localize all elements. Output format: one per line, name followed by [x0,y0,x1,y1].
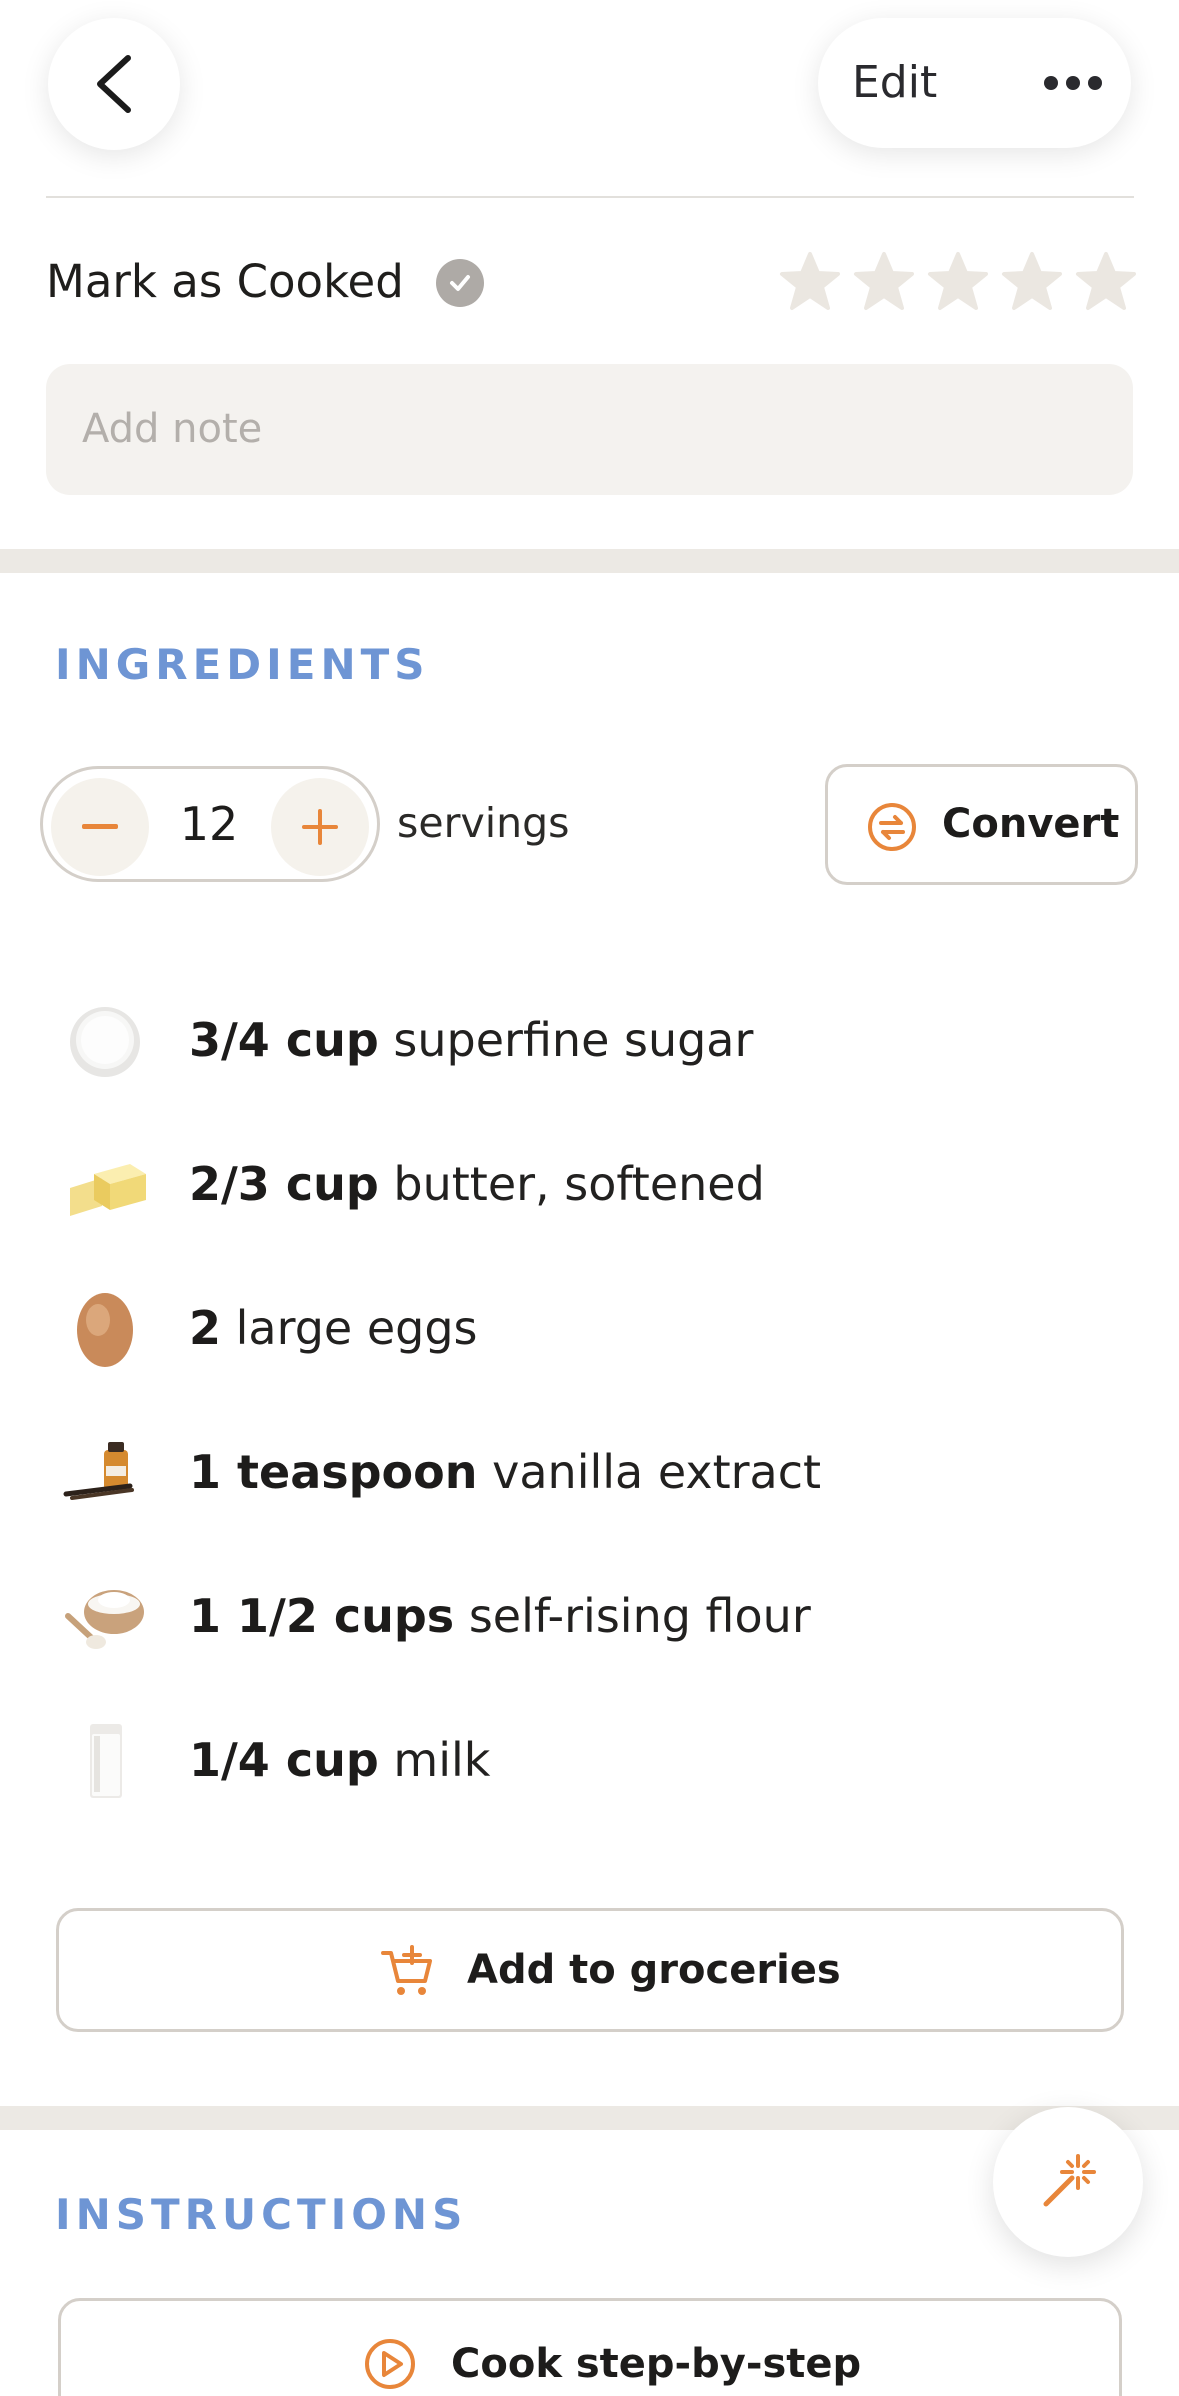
star-icon[interactable] [778,250,842,314]
ingredient-name: vanilla extract [492,1445,822,1499]
cook-step-by-step-label: Cook step-by-step [451,2341,862,2387]
add-to-groceries-button[interactable]: Add to groceries [56,1908,1124,2032]
magic-wand-icon [1043,2154,1096,2207]
butter-icon [70,1164,146,1216]
convert-label: Convert [942,801,1120,847]
star-icon[interactable] [926,250,990,314]
servings-count: 12 [179,797,239,851]
convert-arrows-icon [868,803,916,851]
chevron-left-icon [97,55,131,113]
star-icon[interactable] [852,250,916,314]
check-circle-icon[interactable] [436,259,484,307]
ingredient-quantity: 1/4 cup [189,1733,379,1787]
section-divider [0,2106,1179,2130]
servings-label: servings [397,799,570,847]
more-dots-icon [1044,76,1102,90]
ingredient-row[interactable]: 1/4 cup milk [60,1710,1120,1810]
ingredient-name: large eggs [235,1301,478,1355]
increase-servings-button[interactable] [271,778,369,876]
servings-stepper: 12 [40,766,380,882]
ingredient-name: self-rising flour [468,1589,811,1643]
mark-as-cooked-label[interactable]: Mark as Cooked [46,250,404,314]
ingredient-quantity: 2 [189,1301,222,1355]
instructions-heading: INSTRUCTIONS [55,2190,468,2239]
rating-stars [778,250,1138,316]
ingredient-row[interactable]: 2/3 cup butter, softened [60,1134,1120,1234]
star-icon[interactable] [1000,250,1064,314]
ingredient-row[interactable]: 1 1/2 cups self-rising flour [60,1566,1120,1666]
ingredient-quantity: 2/3 cup [189,1157,379,1211]
convert-button[interactable]: Convert [825,764,1138,885]
add-note-field[interactable]: Add note [46,364,1133,495]
header-divider [46,196,1134,198]
add-to-groceries-label: Add to groceries [467,1947,841,1993]
back-button[interactable] [48,18,180,150]
egg-icon [77,1293,133,1367]
ingredient-quantity: 1 1/2 cups [189,1589,455,1643]
ingredient-quantity: 1 teaspoon [189,1445,478,1499]
flour-bowl-icon [65,1590,144,1649]
vanilla-bottle-icon [63,1442,134,1500]
play-circle-icon [365,2339,415,2389]
section-divider [0,549,1179,573]
ingredient-name: milk [393,1733,491,1787]
edit-button[interactable]: Edit [852,18,937,148]
ingredient-row[interactable]: 1 teaspoon vanilla extract [60,1422,1120,1522]
ingredient-row[interactable]: 3/4 cup superfine sugar [60,990,1120,1090]
ingredient-name: butter, softened [393,1157,765,1211]
milk-glass-icon [90,1724,122,1798]
magic-wand-button[interactable] [993,2107,1143,2257]
ingredient-text: 1 1/2 cups self-rising flour [189,1566,811,1666]
ingredient-text: 2 large eggs [189,1278,478,1378]
ingredient-text: 1 teaspoon vanilla extract [189,1422,821,1522]
top-actions-pill: Edit [818,18,1131,148]
minus-icon [82,824,118,829]
star-icon[interactable] [1074,250,1138,314]
cook-step-by-step-button[interactable]: Cook step-by-step [58,2298,1122,2396]
sugar-bowl-icon [70,1007,140,1077]
recipe-page: Edit Mark as Cooked Add note INGREDIENTS [0,0,1179,2396]
ingredients-heading: INGREDIENTS [55,640,430,689]
cart-add-icon [381,1945,432,1995]
ingredient-row[interactable]: 2 large eggs [60,1278,1120,1378]
ingredient-text: 2/3 cup butter, softened [189,1134,765,1234]
ingredient-quantity: 3/4 cup [189,1013,379,1067]
top-bar: Edit [0,0,1179,198]
ingredient-text: 3/4 cup superfine sugar [189,990,753,1090]
ingredient-name: superfine sugar [393,1013,754,1067]
decrease-servings-button[interactable] [51,778,149,876]
more-options-button[interactable] [1028,18,1118,148]
ingredient-text: 1/4 cup milk [189,1710,490,1810]
plus-icon [302,809,338,845]
